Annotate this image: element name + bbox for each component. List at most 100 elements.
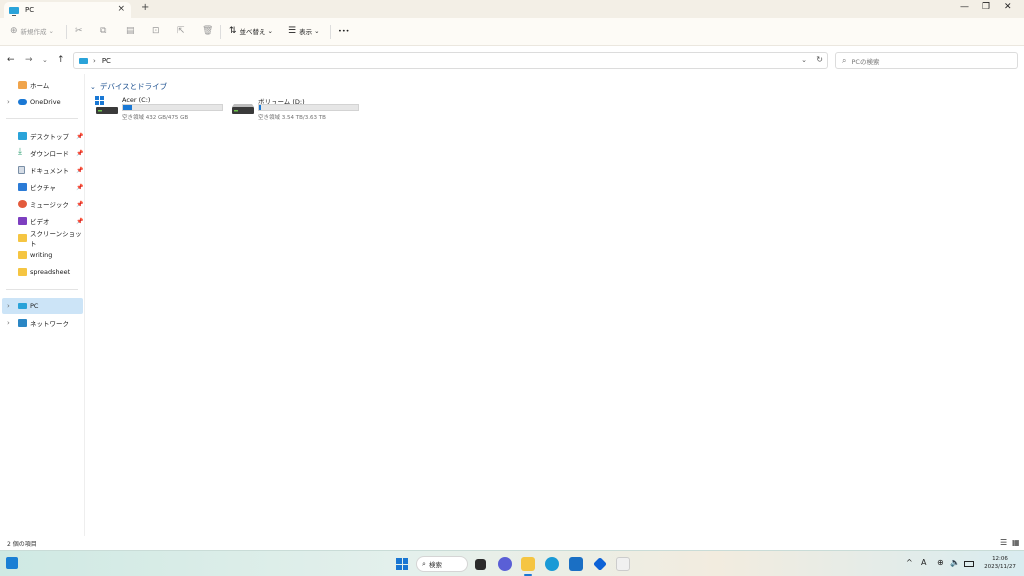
view-button[interactable]: ☰ 表示 ⌄ — [288, 26, 320, 36]
more-options-button[interactable]: ••• — [338, 27, 350, 35]
sidebar-item-label: ミュージック — [30, 201, 69, 209]
title-bar: PC × + — ❐ ✕ — [0, 0, 1024, 18]
pc-icon — [9, 6, 19, 16]
sidebar-item-screenshots[interactable]: スクリーンショット — [2, 230, 83, 248]
minimize-button[interactable]: — — [960, 2, 969, 12]
windows-drive-icon — [95, 96, 118, 114]
ime-indicator[interactable]: A — [921, 558, 926, 567]
sidebar-item-home[interactable]: ホーム — [2, 77, 83, 93]
pin-icon[interactable]: 📌 — [76, 133, 83, 140]
recent-chevron-icon[interactable]: ⌄ — [42, 56, 48, 64]
taskbar-search[interactable]: ⌕ 検索 — [416, 556, 468, 572]
chevron-down-icon: ⌄ — [314, 27, 320, 35]
desktop-icon — [18, 132, 27, 140]
network-icon — [18, 319, 27, 327]
sidebar-item-downloads[interactable]: ⤓ ダウンロード 📌 — [2, 145, 83, 161]
pin-icon[interactable]: 📌 — [76, 150, 83, 157]
pin-icon[interactable]: 📌 — [76, 218, 83, 225]
share-icon[interactable]: ⇱ — [177, 26, 188, 36]
tab-pc[interactable]: PC × — [4, 2, 131, 18]
sidebar-item-documents[interactable]: ドキュメント 📌 — [2, 162, 83, 178]
address-bar[interactable]: › PC ⌄ ↻ — [73, 52, 828, 69]
maximize-button[interactable]: ❐ — [982, 2, 990, 12]
refresh-icon[interactable]: ↻ — [816, 55, 823, 64]
pin-icon[interactable]: 📌 — [76, 167, 83, 174]
sidebar-item-pictures[interactable]: ピクチャ 📌 — [2, 179, 83, 195]
widgets-icon[interactable] — [6, 557, 18, 569]
copy-icon[interactable]: ⧉ — [100, 26, 109, 36]
forward-arrow-icon[interactable]: → — [25, 55, 33, 65]
plus-circle-icon: ⊕ — [10, 26, 18, 36]
task-view-icon[interactable] — [475, 559, 486, 570]
breadcrumb-chevron-icon[interactable]: › — [93, 57, 96, 65]
search-input[interactable]: ⌕ PCの検索 — [835, 52, 1018, 69]
sidebar-item-writing[interactable]: writing — [2, 247, 83, 263]
back-arrow-icon[interactable]: ← — [7, 55, 15, 65]
breadcrumb-pc[interactable]: PC — [102, 57, 111, 65]
battery-icon[interactable] — [964, 561, 974, 567]
show-hidden-icons-chevron[interactable]: ^ — [906, 558, 913, 567]
sort-icon: ⇅ — [229, 26, 237, 36]
edge-icon[interactable] — [545, 557, 559, 571]
network-tray-icon[interactable]: ⊕ — [937, 558, 944, 567]
clock-date: 2023/11/27 — [984, 564, 1016, 570]
drive-usage-fill — [259, 105, 262, 110]
group-header[interactable]: ⌄ デバイスとドライブ — [90, 81, 167, 92]
divider — [220, 25, 221, 39]
rename-icon[interactable]: ⊡ — [152, 26, 163, 36]
sidebar-item-network[interactable]: › ネットワーク — [2, 315, 83, 331]
pc-icon — [79, 57, 88, 64]
divider — [330, 25, 331, 39]
sort-button[interactable]: ⇅ 並べ替え ⌄ — [229, 26, 273, 36]
cloud-icon — [18, 99, 27, 105]
collapse-chevron-icon[interactable]: ⌄ — [90, 83, 96, 91]
taskbar: ⌕ 検索 ^ A ⊕ 🔈 12:06 2023/11/27 — [0, 550, 1024, 576]
start-button[interactable] — [396, 558, 408, 570]
drive-c[interactable]: Acer (C:) 空き領域 432 GB/475 GB — [95, 94, 227, 122]
address-row: ← → ⌄ ↑ › PC ⌄ ↻ ⌕ PCの検索 — [0, 47, 1024, 74]
divider — [6, 289, 78, 290]
volume-icon[interactable]: 🔈 — [950, 558, 960, 567]
window-close-button[interactable]: ✕ — [1004, 2, 1012, 12]
clock[interactable]: 12:06 2023/11/27 — [978, 555, 1022, 571]
up-arrow-icon[interactable]: ↑ — [57, 55, 65, 65]
delete-icon[interactable]: 🗑 — [202, 26, 216, 36]
chevron-down-icon: ⌄ — [48, 27, 54, 35]
tab-close-icon[interactable]: × — [117, 4, 125, 14]
command-bar: ⊕ 新規作成 ⌄ ✂ ⧉ ▤ ⊡ ⇱ 🗑 ⇅ 並べ替え ⌄ ☰ 表示 ⌄ ••• — [0, 18, 1024, 46]
pictures-icon — [18, 183, 27, 191]
sidebar-item-videos[interactable]: ビデオ 📌 — [2, 213, 83, 229]
pin-icon[interactable]: 📌 — [76, 201, 83, 208]
new-tab-button[interactable]: + — [141, 2, 149, 13]
new-label: 新規作成 — [20, 28, 47, 36]
sidebar-item-music[interactable]: ミュージック 📌 — [2, 196, 83, 212]
cut-icon[interactable]: ✂ — [75, 26, 86, 36]
sidebar-item-onedrive[interactable]: › OneDrive — [2, 94, 83, 110]
new-button[interactable]: ⊕ 新規作成 ⌄ — [10, 26, 54, 36]
pin-icon[interactable]: 📌 — [76, 184, 83, 191]
chat-icon[interactable] — [498, 557, 512, 571]
drive-free-space: 空き領域 3.54 TB/3.63 TB — [258, 115, 326, 121]
paste-icon[interactable]: ▤ — [126, 26, 138, 36]
amazon-icon[interactable] — [616, 557, 630, 571]
address-dropdown-icon[interactable]: ⌄ — [801, 56, 807, 64]
folder-icon — [18, 234, 27, 242]
file-explorer-icon[interactable] — [521, 557, 535, 571]
dropbox-icon[interactable] — [593, 557, 607, 571]
drive-d[interactable]: ボリューム (D:) 空き領域 3.54 TB/3.63 TB — [231, 94, 363, 122]
expand-chevron-icon[interactable]: › — [7, 302, 10, 310]
sidebar-item-label: デスクトップ — [30, 133, 69, 141]
sidebar-item-label: ピクチャ — [30, 184, 56, 192]
details-view-icon[interactable]: ☰ — [1000, 538, 1007, 547]
sidebar-item-spreadsheet[interactable]: spreadsheet — [2, 264, 83, 280]
sidebar-item-desktop[interactable]: デスクトップ 📌 — [2, 128, 83, 144]
clock-time: 12:06 — [992, 556, 1008, 562]
drive-usage-fill — [123, 105, 132, 110]
tiles-view-icon[interactable]: ▦ — [1012, 538, 1020, 547]
document-icon — [18, 166, 25, 174]
store-icon[interactable] — [569, 557, 583, 571]
drive-name: Acer (C:) — [122, 96, 151, 104]
expand-chevron-icon[interactable]: › — [7, 319, 10, 327]
sidebar-item-pc[interactable]: › PC — [2, 298, 83, 314]
expand-chevron-icon[interactable]: › — [7, 98, 10, 106]
